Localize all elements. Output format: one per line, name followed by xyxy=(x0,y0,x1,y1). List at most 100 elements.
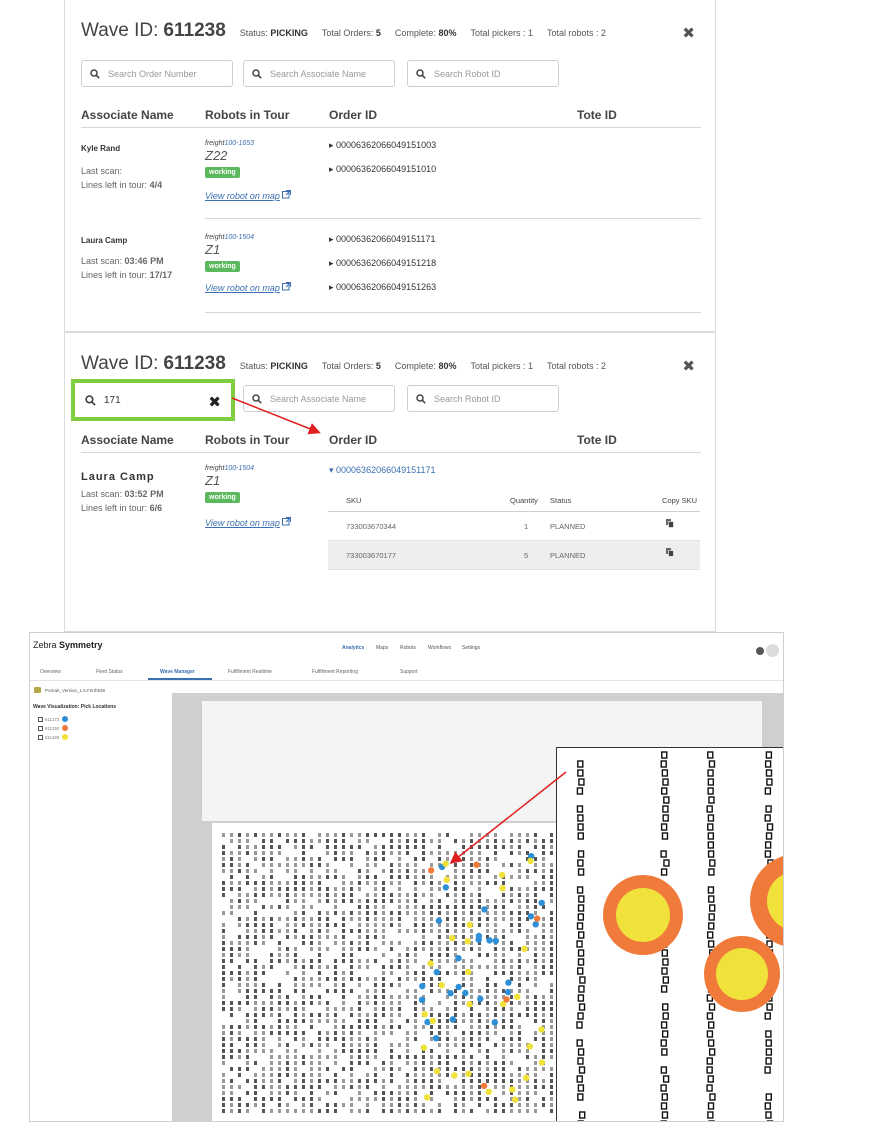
pick-location-dot[interactable] xyxy=(462,989,469,997)
pick-location-dot[interactable] xyxy=(477,995,484,1003)
legend-item[interactable]: 611192 xyxy=(38,725,69,731)
pick-location-dot[interactable] xyxy=(504,988,512,996)
order-id[interactable]: 00006362066049151171 xyxy=(336,465,435,475)
pick-location-dot[interactable] xyxy=(421,1011,428,1018)
view-robot-on-map-link[interactable]: View robot on map xyxy=(205,190,292,201)
search-associate-field[interactable] xyxy=(243,60,395,87)
clear-search-icon[interactable]: ✖ xyxy=(208,393,221,411)
pick-location-dot[interactable] xyxy=(442,884,449,891)
legend-item[interactable]: 611172 xyxy=(38,716,69,722)
pick-location-dot[interactable] xyxy=(435,917,443,924)
pick-location-dot[interactable] xyxy=(433,968,440,976)
robot-id-link[interactable]: freight100-1653 xyxy=(205,140,254,147)
pick-location-dot[interactable] xyxy=(473,861,480,868)
pick-location-dot[interactable] xyxy=(532,921,539,928)
pick-location-dot[interactable] xyxy=(466,921,473,928)
order-row[interactable]: ▸ 00006362066049151218 xyxy=(329,258,436,269)
pick-location-dot[interactable] xyxy=(521,945,528,952)
order-id[interactable]: 00006362066049151010 xyxy=(336,164,436,174)
search-order-field-highlighted[interactable]: ✖ xyxy=(71,379,235,421)
pick-location-dot[interactable] xyxy=(527,857,534,865)
pick-location-dot[interactable] xyxy=(527,913,535,920)
brand-logo[interactable]: Zebra Symmetry xyxy=(33,640,103,650)
pick-location-dot[interactable] xyxy=(449,1016,456,1023)
legend-item[interactable]: 611193 xyxy=(38,734,69,740)
search-associate-input[interactable] xyxy=(270,393,380,404)
copy-icon[interactable] xyxy=(666,548,674,559)
search-associate-input[interactable] xyxy=(270,68,380,79)
search-order-field[interactable] xyxy=(81,60,233,87)
order-id[interactable]: 00006362066049151171 xyxy=(336,234,435,244)
map-file-selector[interactable]: Portrait_Version_1.5.Fnrth538 xyxy=(34,687,105,693)
view-robot-on-map-label[interactable]: View robot on map xyxy=(205,283,280,293)
pick-location-dot[interactable] xyxy=(429,1017,436,1025)
view-robot-on-map-label[interactable]: View robot on map xyxy=(205,191,280,201)
nav-robots[interactable]: Robots xyxy=(400,645,416,651)
help-icon[interactable] xyxy=(756,647,764,655)
pick-location-yellow[interactable] xyxy=(616,888,670,942)
robot-id-link[interactable]: freight100-1504 xyxy=(205,234,254,241)
search-associate-field[interactable] xyxy=(243,385,395,412)
tab-wave-manager[interactable]: Wave Manager xyxy=(160,669,195,675)
close-icon[interactable]: ✖ xyxy=(682,24,695,42)
user-avatar-icon[interactable] xyxy=(766,644,779,657)
pick-location-dot[interactable] xyxy=(485,1088,492,1095)
order-row[interactable]: ▸ 00006362066049151003 xyxy=(329,140,436,151)
close-icon[interactable]: ✖ xyxy=(682,357,695,375)
pick-location-dot[interactable] xyxy=(538,1059,546,1066)
pick-location-dot[interactable] xyxy=(433,1068,441,1075)
checkbox-icon[interactable] xyxy=(38,734,43,740)
pick-location-dot[interactable] xyxy=(505,979,512,986)
pick-location-dot[interactable] xyxy=(499,885,506,892)
tab-fulfillment-reporting[interactable]: Fulfillment Reporting xyxy=(312,669,358,675)
order-row-expanded[interactable]: ▾ 00006362066049151171 xyxy=(329,465,435,476)
pick-location-dot[interactable] xyxy=(420,1044,428,1051)
pick-location-dot[interactable] xyxy=(538,1026,545,1033)
search-order-input[interactable] xyxy=(104,394,214,406)
tab-fulfillment-realtime[interactable]: Fulfillment Realtime xyxy=(228,669,272,675)
pick-location-dot[interactable] xyxy=(466,1001,473,1008)
pick-location-dot[interactable] xyxy=(418,996,426,1003)
pick-location-dot[interactable] xyxy=(449,934,456,942)
pick-location-dot[interactable] xyxy=(442,860,449,867)
pick-location-dot[interactable] xyxy=(491,1019,498,1026)
view-robot-on-map-label[interactable]: View robot on map xyxy=(205,518,280,528)
order-id[interactable]: 00006362066049151263 xyxy=(336,282,436,292)
tab-fleet-status[interactable]: Fleet Status xyxy=(96,669,123,675)
pick-location-dot[interactable] xyxy=(455,955,462,962)
pick-location-dot[interactable] xyxy=(498,871,506,879)
order-row[interactable]: ▸ 00006362066049151010 xyxy=(329,164,436,175)
pick-location-dot[interactable] xyxy=(480,1082,488,1090)
checkbox-icon[interactable] xyxy=(38,725,43,731)
pick-location-dot[interactable] xyxy=(443,876,450,883)
checkbox-icon[interactable] xyxy=(38,716,43,722)
pick-location-dot[interactable] xyxy=(526,1043,533,1050)
pick-location-dot[interactable] xyxy=(503,996,510,1003)
pick-location-dot[interactable] xyxy=(512,1096,519,1103)
view-robot-on-map-link[interactable]: View robot on map xyxy=(205,282,292,293)
pick-location-dot[interactable] xyxy=(432,1035,440,1042)
pick-location-dot[interactable] xyxy=(481,906,488,913)
pick-location-dot[interactable] xyxy=(424,1094,431,1101)
pick-location-dot[interactable] xyxy=(522,1074,530,1081)
pick-location-dot[interactable] xyxy=(538,899,545,907)
search-robot-field[interactable] xyxy=(407,385,559,412)
nav-maps[interactable]: Maps xyxy=(376,645,388,651)
order-id[interactable]: 00006362066049151003 xyxy=(336,140,436,150)
pick-location-dot[interactable] xyxy=(514,993,521,1000)
pick-location-dot[interactable] xyxy=(451,1072,458,1079)
pick-location-dot[interactable] xyxy=(427,867,435,874)
pick-location-dot[interactable] xyxy=(419,982,426,990)
copy-icon[interactable] xyxy=(666,519,674,530)
pick-location-dot[interactable] xyxy=(509,1086,516,1093)
pick-location-dot[interactable] xyxy=(534,915,541,922)
search-robot-field[interactable] xyxy=(407,60,559,87)
pick-location-dot[interactable] xyxy=(464,938,471,945)
search-robot-input[interactable] xyxy=(434,68,544,79)
pick-location-dot[interactable] xyxy=(427,960,434,967)
nav-settings[interactable]: Settings xyxy=(462,645,480,651)
nav-workflows[interactable]: Workflows xyxy=(428,645,451,651)
pick-location-dot[interactable] xyxy=(486,937,493,944)
search-robot-input[interactable] xyxy=(434,393,544,404)
pick-location-dot[interactable] xyxy=(438,982,445,989)
